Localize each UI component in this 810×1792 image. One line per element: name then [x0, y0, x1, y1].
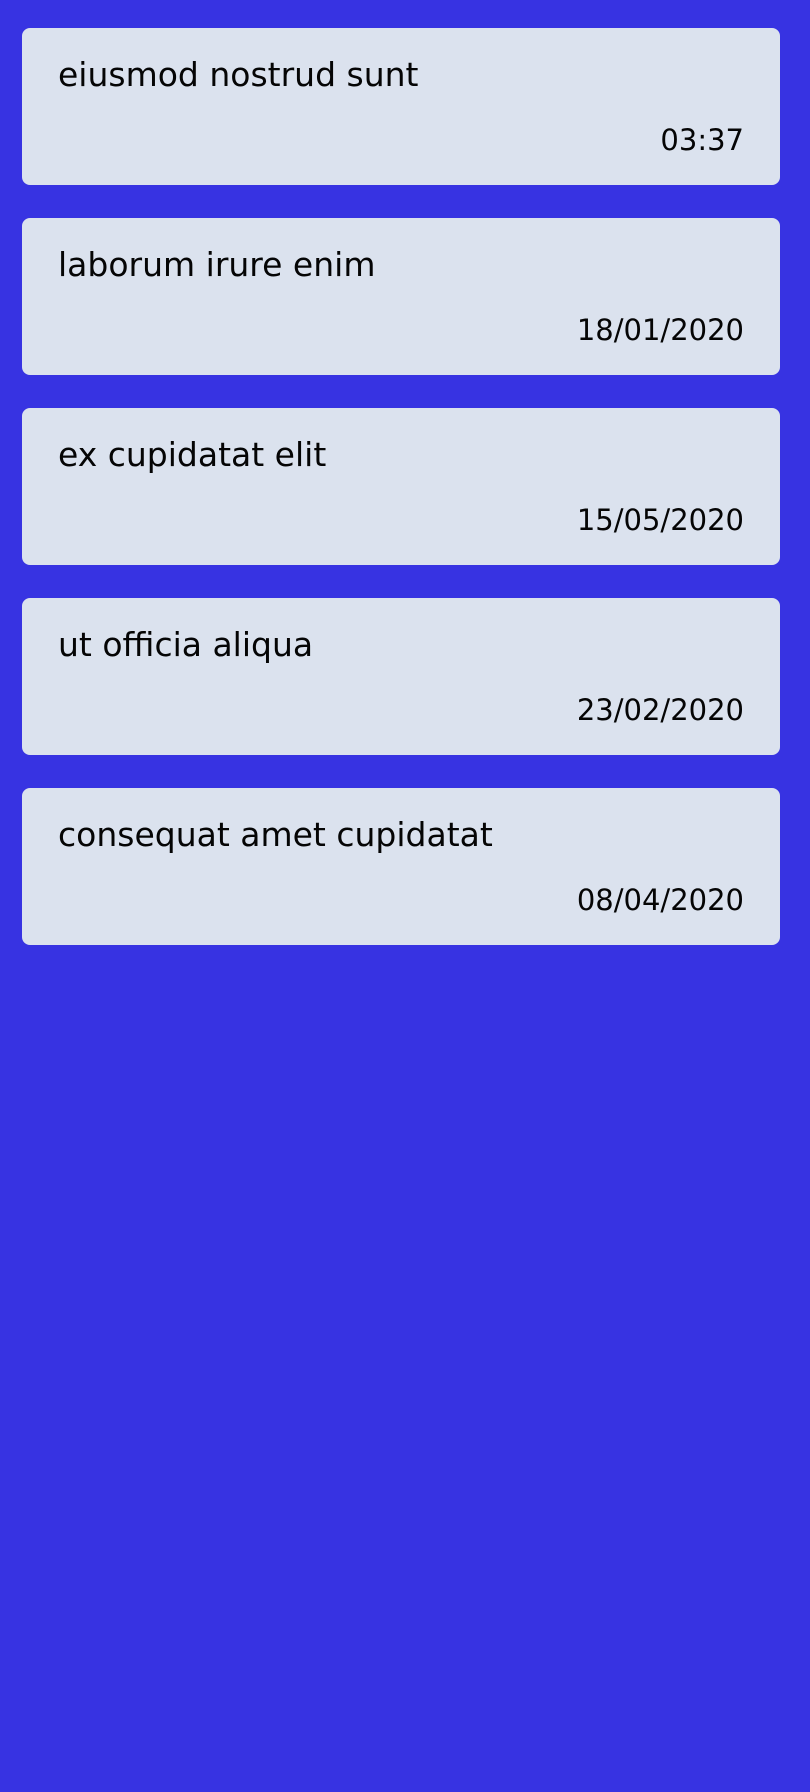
item-title: ut officia aliqua [58, 625, 314, 664]
item-title: laborum irure enim [58, 245, 376, 284]
list-item[interactable]: ut officia aliqua 23/02/2020 [22, 598, 780, 755]
item-title: eiusmod nostrud sunt [58, 55, 419, 94]
item-title: ex cupidatat elit [58, 435, 327, 474]
item-timestamp: 18/01/2020 [576, 313, 744, 347]
item-title: consequat amet cupidatat [58, 815, 493, 854]
item-timestamp: 03:37 [660, 123, 744, 157]
item-timestamp: 08/04/2020 [576, 883, 744, 917]
item-timestamp: 15/05/2020 [576, 503, 744, 537]
list-item[interactable]: eiusmod nostrud sunt 03:37 [22, 28, 780, 185]
list-item[interactable]: ex cupidatat elit 15/05/2020 [22, 408, 780, 565]
item-timestamp: 23/02/2020 [576, 693, 744, 727]
list-item[interactable]: consequat amet cupidatat 08/04/2020 [22, 788, 780, 945]
list-item[interactable]: laborum irure enim 18/01/2020 [22, 218, 780, 375]
